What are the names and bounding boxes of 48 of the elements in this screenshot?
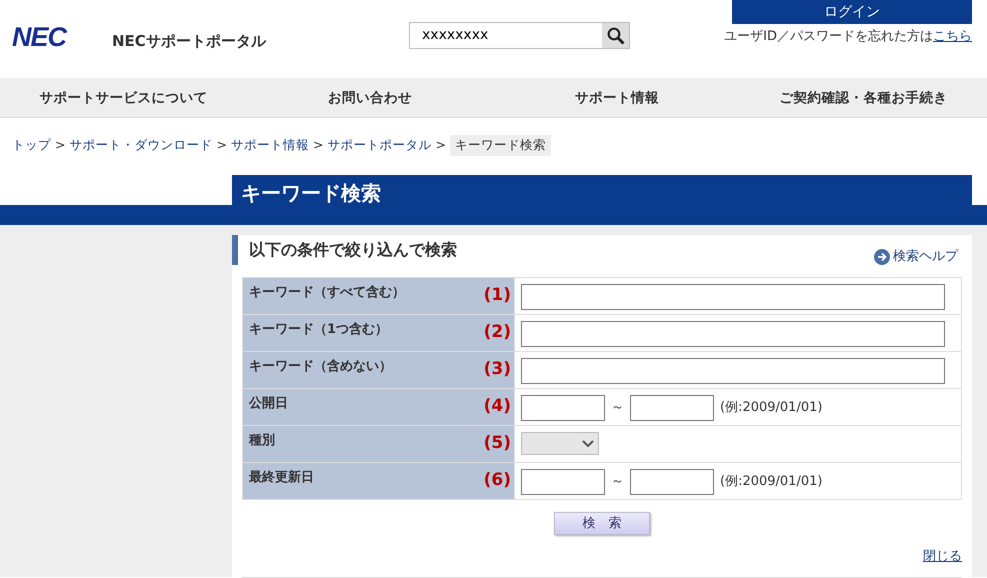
range-separator: ～: [611, 399, 624, 418]
forgot-text: ユーザID／パスワードを忘れた方はこちら: [724, 28, 972, 46]
breadcrumb-link[interactable]: サポート情報: [230, 136, 309, 155]
breadcrumb-link[interactable]: サポート・ダウンロード: [69, 136, 212, 155]
field-number: (4): [484, 395, 511, 418]
help-link[interactable]: 検索ヘルプ: [874, 247, 958, 266]
field-number: (3): [484, 358, 511, 382]
breadcrumb-separator: >: [312, 136, 324, 154]
date-field[interactable]: [630, 469, 714, 495]
field-number: (2): [484, 321, 511, 344]
text-field[interactable]: [521, 358, 945, 384]
breadcrumb-current: キーワード検索: [450, 135, 551, 156]
search-submit-button[interactable]: 検 索: [554, 512, 650, 535]
field-label: 公開日: [249, 395, 288, 413]
date-field[interactable]: [521, 395, 605, 421]
field-number: (1): [484, 284, 511, 308]
nav-item[interactable]: サポートサービスについて: [0, 78, 247, 117]
close-link[interactable]: 閉じる: [923, 547, 962, 566]
nav-item[interactable]: サポート情報: [494, 78, 740, 117]
login-button[interactable]: ログイン: [732, 0, 972, 24]
field-label: キーワード（1つ含む）: [249, 321, 388, 339]
text-field[interactable]: [521, 284, 945, 310]
field-number: (5): [484, 432, 511, 456]
date-example: (例:2009/01/01): [720, 473, 822, 492]
breadcrumb-link[interactable]: トップ: [12, 136, 51, 155]
site-title: NECサポートポータル: [112, 31, 266, 52]
breadcrumb-separator: >: [216, 136, 227, 154]
breadcrumb-separator: >: [435, 136, 446, 154]
text-field[interactable]: [521, 321, 945, 347]
date-field[interactable]: [521, 469, 605, 495]
nav-item[interactable]: ご契約確認・各種お手続き: [740, 78, 987, 117]
forgot-link[interactable]: こちら: [933, 29, 972, 44]
logo: NEC: [12, 22, 66, 53]
section-title: 以下の条件で絞り込んで検索: [232, 235, 457, 265]
range-separator: ～: [611, 473, 624, 492]
field-label: キーワード（すべて含む）: [249, 284, 405, 302]
date-example: (例:2009/01/01): [720, 399, 822, 418]
field-number: (6): [484, 469, 511, 492]
field-label: 最終更新日: [249, 468, 314, 487]
arrow-circle-icon: [874, 248, 890, 265]
field-label: キーワード（含めない）: [249, 358, 392, 376]
page-title: キーワード検索: [232, 175, 972, 205]
breadcrumb-separator: >: [55, 136, 66, 154]
breadcrumb-link[interactable]: サポートポータル: [327, 136, 432, 155]
date-field[interactable]: [630, 395, 714, 421]
chevron-down-icon: [582, 440, 594, 448]
nav-item[interactable]: お問い合わせ: [246, 78, 494, 117]
field-label: 種別: [249, 432, 275, 450]
